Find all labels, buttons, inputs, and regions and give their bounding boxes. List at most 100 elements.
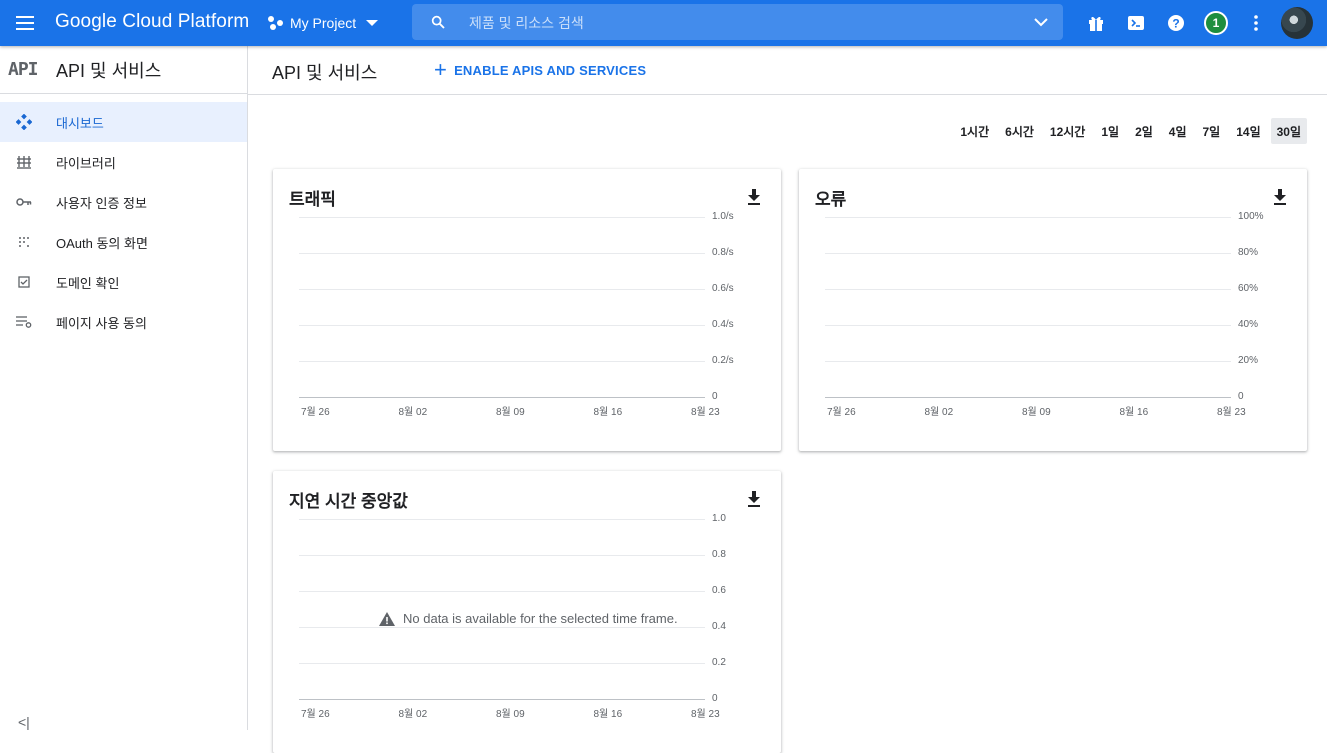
time-range-option[interactable]: 1시간 bbox=[954, 118, 995, 144]
time-range-option[interactable]: 4일 bbox=[1163, 118, 1193, 144]
y-tick-label: 20% bbox=[1238, 355, 1259, 366]
y-tick-label: 0.8 bbox=[712, 549, 726, 560]
menu-icon[interactable] bbox=[10, 8, 40, 38]
avatar[interactable] bbox=[1281, 7, 1313, 39]
plus-icon: + bbox=[434, 57, 448, 82]
key-icon bbox=[0, 197, 56, 207]
x-tick-label: 8월 16 bbox=[593, 709, 623, 720]
sidebar: API API 및 서비스 대시보드 라이브러리 사용자 인증 정보 OAuth… bbox=[0, 46, 248, 730]
sidebar-item-label: 도메인 확인 bbox=[56, 275, 120, 291]
x-tick-label: 8월 23 bbox=[691, 407, 720, 418]
y-tick-label: 0 bbox=[712, 693, 718, 704]
sidebar-item-label: OAuth 동의 화면 bbox=[56, 235, 148, 251]
sidebar-item-label: 대시보드 bbox=[56, 115, 104, 131]
time-range-option[interactable]: 1일 bbox=[1095, 118, 1125, 144]
y-tick-label: 0 bbox=[1238, 391, 1244, 402]
top-app-bar: Google Cloud Platform My Project 제품 및 리소… bbox=[0, 0, 1327, 46]
time-range-option[interactable]: 7일 bbox=[1197, 118, 1227, 144]
download-icon[interactable] bbox=[1273, 189, 1287, 205]
project-selector[interactable]: My Project bbox=[268, 10, 379, 36]
sidebar-item-oauth-consent[interactable]: OAuth 동의 화면 bbox=[0, 222, 247, 262]
caret-down-icon bbox=[366, 20, 379, 26]
download-icon[interactable] bbox=[747, 189, 761, 205]
x-tick-label: 8월 16 bbox=[593, 407, 623, 418]
traffic-card: 트래픽 1.0/s 0.8/s 0.6/s 0.4/s 0.2/s 0 7월 26 8월 02… bbox=[273, 169, 781, 451]
gridline bbox=[299, 217, 705, 218]
oauth-icon bbox=[0, 236, 56, 248]
x-tick-label: 8월 02 bbox=[398, 709, 428, 720]
search-input[interactable]: 제품 및 리소스 검색 bbox=[469, 13, 584, 33]
gridline bbox=[825, 397, 1231, 398]
x-tick-label: 8월 09 bbox=[496, 709, 525, 720]
more-vert-icon[interactable] bbox=[1244, 11, 1268, 35]
api-logo: API bbox=[8, 59, 39, 80]
chart-plot: 100% 80% 60% 40% 20% 0 7월 26 8월 02 8월 09 8월 16 8월 … bbox=[825, 211, 1307, 427]
gridline bbox=[299, 591, 705, 592]
gridline bbox=[299, 663, 705, 664]
y-tick-label: 1.0/s bbox=[712, 211, 734, 222]
y-tick-label: 1.0 bbox=[712, 513, 726, 524]
y-tick-label: 100% bbox=[1238, 211, 1264, 222]
sidebar-item-label: 사용자 인증 정보 bbox=[56, 195, 147, 211]
search-icon bbox=[431, 15, 445, 29]
card-title: 트래픽 bbox=[289, 190, 336, 209]
y-tick-label: 0.4 bbox=[712, 621, 726, 632]
gridline bbox=[825, 361, 1231, 362]
product-title[interactable]: Google Cloud Platform bbox=[55, 11, 249, 33]
time-range-option[interactable]: 14일 bbox=[1230, 118, 1266, 144]
sidebar-item-domain-verification[interactable]: 도메인 확인 bbox=[0, 262, 247, 302]
chevron-down-icon[interactable] bbox=[1033, 16, 1049, 28]
y-tick-label: 0.4/s bbox=[712, 319, 734, 330]
x-tick-label: 7월 26 bbox=[301, 709, 330, 720]
warning-icon bbox=[379, 611, 395, 626]
search-bar[interactable]: 제품 및 리소스 검색 bbox=[412, 4, 1063, 40]
sidebar-item-dashboard[interactable]: 대시보드 bbox=[0, 102, 247, 142]
time-range-option[interactable]: 12시간 bbox=[1044, 118, 1091, 144]
gridline bbox=[825, 217, 1231, 218]
enable-apis-button[interactable]: + ENABLE APIS AND SERVICES bbox=[434, 57, 646, 82]
gift-icon[interactable] bbox=[1084, 11, 1108, 35]
gridline bbox=[825, 289, 1231, 290]
gridline bbox=[299, 519, 705, 520]
dashboard-icon bbox=[0, 114, 56, 130]
time-range-selector: 1시간 6시간 12시간 1일 2일 4일 7일 14일 30일 bbox=[950, 118, 1307, 144]
y-tick-label: 0.8/s bbox=[712, 247, 734, 258]
library-icon bbox=[0, 155, 56, 169]
collapse-sidebar-button[interactable]: <| bbox=[18, 714, 30, 730]
x-tick-label: 8월 02 bbox=[924, 407, 954, 418]
time-range-option[interactable]: 2일 bbox=[1129, 118, 1159, 144]
y-tick-label: 0.6/s bbox=[712, 283, 734, 294]
gridline bbox=[299, 397, 705, 398]
chart-plot: 1.0/s 0.8/s 0.6/s 0.4/s 0.2/s 0 7월 26 8월 02 8월 0… bbox=[299, 211, 781, 427]
sidebar-header: API API 및 서비스 bbox=[0, 46, 247, 94]
card-title: 오류 bbox=[815, 190, 847, 209]
x-tick-label: 8월 16 bbox=[1119, 407, 1149, 418]
x-tick-label: 8월 09 bbox=[496, 407, 525, 418]
download-icon[interactable] bbox=[747, 491, 761, 507]
sidebar-title: API 및 서비스 bbox=[56, 60, 162, 81]
sidebar-item-library[interactable]: 라이브러리 bbox=[0, 142, 247, 182]
x-tick-label: 8월 23 bbox=[691, 709, 720, 720]
card-title: 지연 시간 중앙값 bbox=[289, 492, 408, 511]
time-range-option[interactable]: 30일 bbox=[1270, 118, 1307, 144]
no-data-text: No data is available for the selected ti… bbox=[403, 611, 678, 626]
sidebar-nav: 대시보드 라이브러리 사용자 인증 정보 OAuth 동의 화면 도메인 확인 bbox=[0, 94, 247, 342]
project-icon bbox=[268, 15, 284, 31]
x-tick-label: 7월 26 bbox=[301, 407, 330, 418]
settings-list-icon bbox=[0, 316, 56, 328]
notification-badge[interactable]: 1 bbox=[1204, 11, 1228, 35]
y-tick-label: 0.2/s bbox=[712, 355, 734, 366]
help-icon[interactable]: ? bbox=[1164, 11, 1188, 35]
cloud-shell-icon[interactable] bbox=[1124, 11, 1148, 35]
gridline bbox=[299, 555, 705, 556]
no-data-message: No data is available for the selected ti… bbox=[379, 611, 678, 626]
y-tick-label: 0.6 bbox=[712, 585, 726, 596]
time-range-option[interactable]: 6시간 bbox=[999, 118, 1040, 144]
svg-text:?: ? bbox=[1172, 17, 1179, 31]
sidebar-item-label: 라이브러리 bbox=[56, 155, 116, 171]
gridline bbox=[299, 627, 705, 628]
main-content: API 및 서비스 + ENABLE APIS AND SERVICES 1시간… bbox=[248, 46, 1327, 753]
sidebar-item-page-usage-agreement[interactable]: 페이지 사용 동의 bbox=[0, 302, 247, 342]
project-name: My Project bbox=[290, 15, 357, 31]
sidebar-item-credentials[interactable]: 사용자 인증 정보 bbox=[0, 182, 247, 222]
